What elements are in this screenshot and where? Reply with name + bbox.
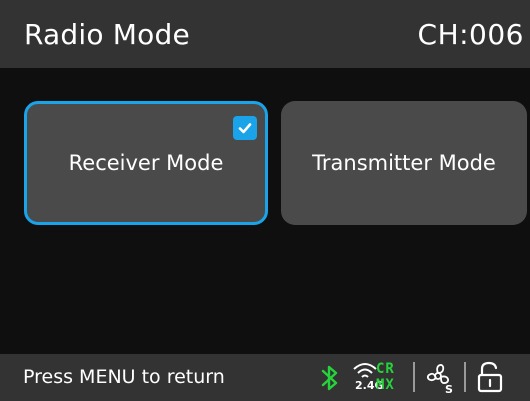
svg-text:S: S — [445, 383, 453, 395]
return-hint: Press MENU to return — [23, 366, 225, 388]
channel-indicator: CH:006 — [417, 17, 524, 51]
crmx-line2: MX — [376, 377, 395, 393]
page-title: Radio Mode — [24, 17, 190, 51]
status-divider — [464, 362, 466, 392]
transmitter-mode-button[interactable]: Transmitter Mode — [281, 101, 527, 225]
checkmark-icon — [233, 116, 257, 140]
crmx-line1: CR — [376, 361, 395, 377]
mode-selection-area: Receiver Mode Transmitter Mode — [0, 68, 530, 354]
crmx-badge: CR MX — [376, 361, 406, 395]
header-bar: Radio Mode CH:006 — [0, 0, 530, 68]
receiver-mode-label: Receiver Mode — [68, 151, 224, 175]
bluetooth-icon — [321, 365, 338, 391]
footer-bar: Press MENU to return 2.4G CR MX S — [0, 354, 530, 401]
unlock-icon — [477, 361, 503, 393]
status-divider — [413, 362, 415, 392]
receiver-mode-button[interactable]: Receiver Mode — [24, 101, 268, 225]
transmitter-mode-label: Transmitter Mode — [312, 151, 496, 175]
fan-icon: S — [427, 364, 453, 395]
